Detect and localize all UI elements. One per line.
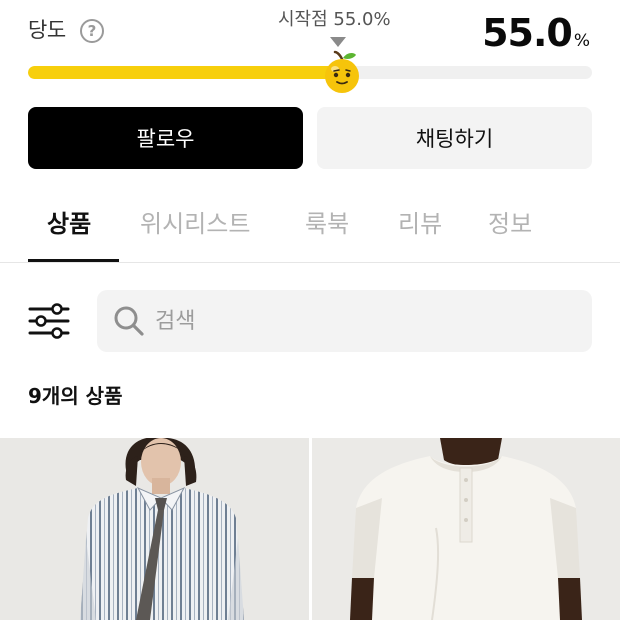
chat-button[interactable]: 채팅하기 [317,107,592,169]
search-icon [114,306,144,336]
product-card[interactable] [0,438,309,620]
sweetness-value: 55.0% [482,11,590,55]
follow-button[interactable]: 팔로우 [28,107,303,169]
start-point-arrow-icon [330,37,346,47]
product-card[interactable] [312,438,620,620]
help-icon[interactable]: ? [80,19,104,43]
tab-bar: 상품 위시리스트 룩북 리뷰 정보 [0,192,620,263]
tab-info[interactable]: 정보 [488,204,532,239]
tab-products[interactable]: 상품 [47,204,91,239]
tab-reviews[interactable]: 리뷰 [398,204,442,239]
sweetness-unit: % [573,31,590,51]
active-tab-indicator [28,259,119,262]
tab-lookbook[interactable]: 룩북 [305,204,349,239]
product-count: 9개의 상품 [28,384,123,408]
shop-profile-page: 당도 ? 시작점 55.0% 55.0% 팔로우 채팅하기 상품 위시리스트 룩… [0,0,620,620]
apple-face-icon [325,50,359,93]
striped-shirt-with-tie-photo [0,438,309,620]
sweetness-progress-fill [28,66,339,79]
sweetness-label: 당도 [28,18,66,42]
tab-wishlist[interactable]: 위시리스트 [140,204,250,239]
white-henley-tshirt-photo [312,438,620,620]
sweetness-number: 55.0 [482,11,573,55]
search-box[interactable] [97,290,592,352]
sweetness-progress-bar [28,66,592,79]
start-point-label: 시작점 55.0% [278,9,391,30]
search-input[interactable] [155,290,575,352]
filter-sliders-icon[interactable] [28,303,70,339]
